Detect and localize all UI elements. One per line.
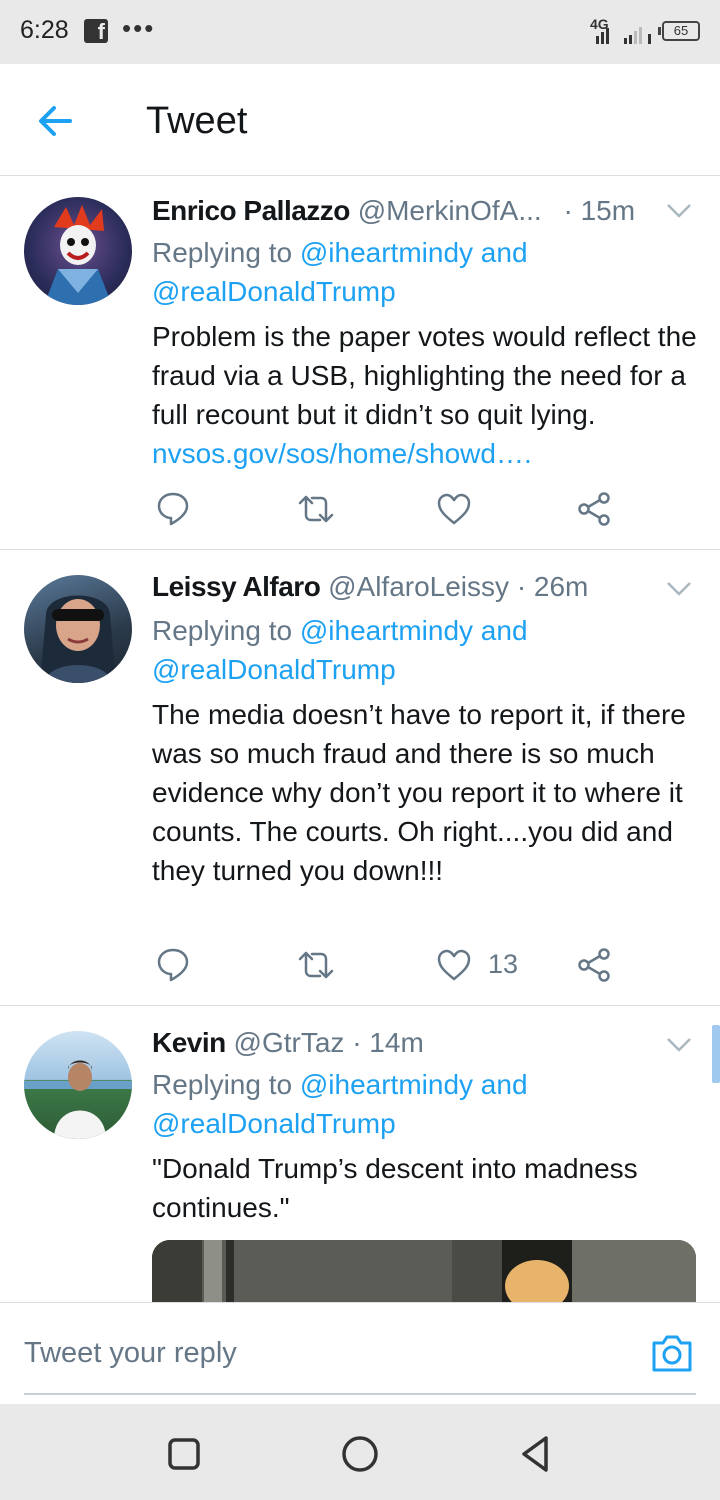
avatar[interactable] xyxy=(24,1031,132,1139)
reply-icon[interactable] xyxy=(156,947,190,983)
avatar-image xyxy=(24,1060,132,1139)
tweet-actions: 13 xyxy=(152,947,672,987)
chevron-down-icon[interactable] xyxy=(666,581,692,597)
back-nav-icon[interactable] xyxy=(516,1434,556,1474)
tweet-time: · 14m xyxy=(352,1027,424,1058)
status-bar: 6:28 f ••• 4G 65 xyxy=(0,0,720,64)
tweet-actions xyxy=(152,491,672,531)
avatar[interactable] xyxy=(24,197,132,305)
system-nav-bar xyxy=(0,1404,720,1500)
tweet-header: Enrico Pallazzo @MerkinOfA... · 15m xyxy=(152,195,635,227)
replying-to: Replying to @iheartmindy and @realDonald… xyxy=(152,1069,528,1139)
tweet-author-name[interactable]: Enrico Pallazzo xyxy=(152,195,350,226)
retweet-icon[interactable] xyxy=(296,491,336,527)
heart-icon[interactable] xyxy=(436,491,472,527)
facebook-icon: f xyxy=(84,19,108,44)
share-icon[interactable] xyxy=(576,947,612,983)
chevron-down-icon[interactable] xyxy=(666,203,692,219)
reply-underline xyxy=(24,1393,696,1395)
tweet-author-handle[interactable]: @MerkinOfA... xyxy=(358,195,542,226)
tweet-time: · 26m xyxy=(516,571,589,602)
tweet[interactable]: Enrico Pallazzo @MerkinOfA... · 15m Repl… xyxy=(0,177,720,550)
tweet-time: · 15m xyxy=(563,195,636,226)
avatar-image xyxy=(40,595,116,683)
tweet[interactable]: Leissy Alfaro @AlfaroLeissy · 26m Replyi… xyxy=(0,551,720,1006)
camera-icon[interactable] xyxy=(650,1333,694,1373)
recent-apps-icon[interactable] xyxy=(164,1434,204,1474)
status-time: 6:28 xyxy=(20,16,69,44)
avatar[interactable] xyxy=(24,575,132,683)
reply-composer: Tweet your reply xyxy=(0,1302,720,1404)
replying-to: Replying to @iheartmindy and @realDonald… xyxy=(152,237,528,307)
chevron-down-icon[interactable] xyxy=(666,1037,692,1053)
tweet-text: "Donald Trump’s descent into madness con… xyxy=(152,1153,638,1223)
reply-input[interactable]: Tweet your reply xyxy=(24,1337,237,1370)
retweet-icon[interactable] xyxy=(296,947,336,983)
media-photo xyxy=(152,1240,696,1302)
tweet-text: The media doesn’t have to report it, if … xyxy=(152,699,686,886)
replying-to: Replying to @iheartmindy and @realDonald… xyxy=(152,615,528,685)
reply-icon[interactable] xyxy=(156,491,190,527)
arrow-left-icon[interactable] xyxy=(32,96,82,146)
like-count: 13 xyxy=(488,949,519,979)
app-header: Tweet xyxy=(0,64,720,176)
tweet-link[interactable]: nvsos.gov/sos/home/showd…. xyxy=(152,438,532,469)
scrollbar[interactable] xyxy=(712,1025,720,1083)
more-notifications-icon: ••• xyxy=(122,13,156,43)
tweet-author-handle[interactable]: @AlfaroLeissy xyxy=(328,571,509,602)
share-icon[interactable] xyxy=(576,491,612,527)
tweet-author-name[interactable]: Kevin xyxy=(152,1027,226,1058)
heart-icon[interactable] xyxy=(436,947,472,983)
tweet-author-name[interactable]: Leissy Alfaro xyxy=(152,571,321,602)
tweet-text: Problem is the paper votes would reflect… xyxy=(152,321,697,469)
home-icon[interactable] xyxy=(340,1434,380,1474)
tweet-author-handle[interactable]: @GtrTaz xyxy=(234,1027,345,1058)
tweet-media-image[interactable] xyxy=(152,1240,696,1302)
page-title: Tweet xyxy=(146,100,248,142)
avatar-image xyxy=(44,205,112,305)
tweet-header: Kevin @GtrTaz · 14m xyxy=(152,1027,424,1059)
battery-icon: 65 xyxy=(658,21,700,41)
tweet-header: Leissy Alfaro @AlfaroLeissy · 26m xyxy=(152,571,588,603)
signal-icon xyxy=(596,27,651,44)
